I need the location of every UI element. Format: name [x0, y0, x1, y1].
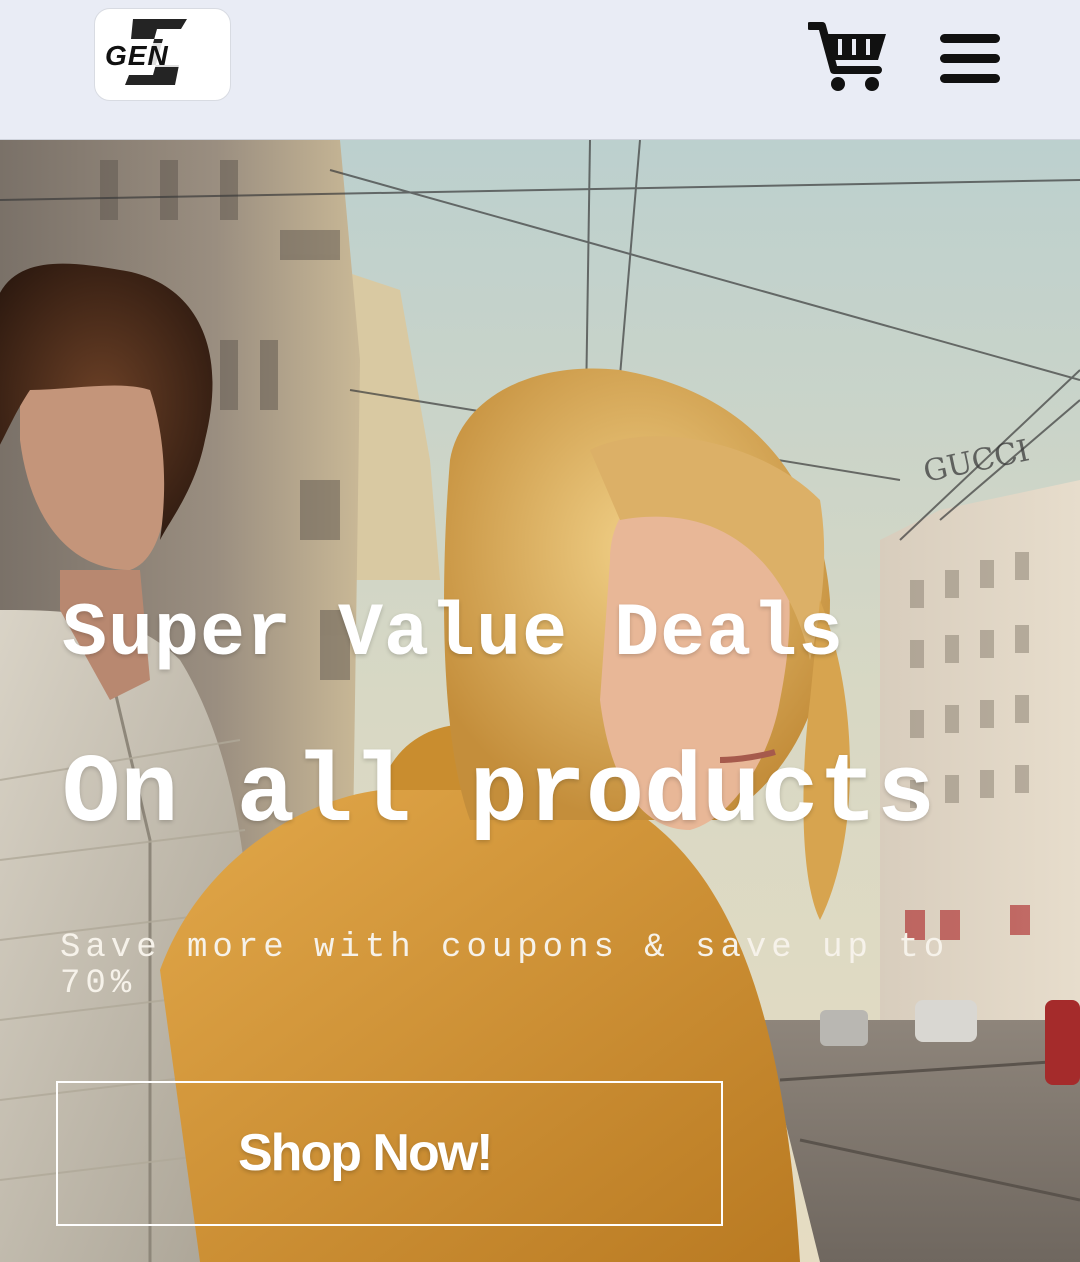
shop-now-label: Shop Now! — [238, 1124, 494, 1182]
shop-now-button[interactable]: Shop Now! — [56, 1081, 723, 1226]
hamburger-menu-button[interactable] — [938, 30, 1002, 88]
hero-banner: GUCCI Super Value Deals On all products … — [0, 140, 1080, 1262]
site-header: GEN — [0, 0, 1080, 140]
hero-description: Save more with coupons & save up to 70% — [60, 929, 950, 1003]
hero-subheadline: On all products — [62, 740, 936, 850]
cart-button[interactable] — [806, 20, 890, 94]
brand-logo[interactable]: GEN — [94, 8, 231, 101]
shopping-cart-icon — [806, 22, 886, 91]
hero-headline: Super Value Deals — [62, 592, 845, 677]
logo-wordmark: GEN — [105, 40, 169, 71]
hamburger-menu-icon — [940, 34, 1000, 83]
gen-z-logo-mark: GEN — [99, 19, 227, 85]
